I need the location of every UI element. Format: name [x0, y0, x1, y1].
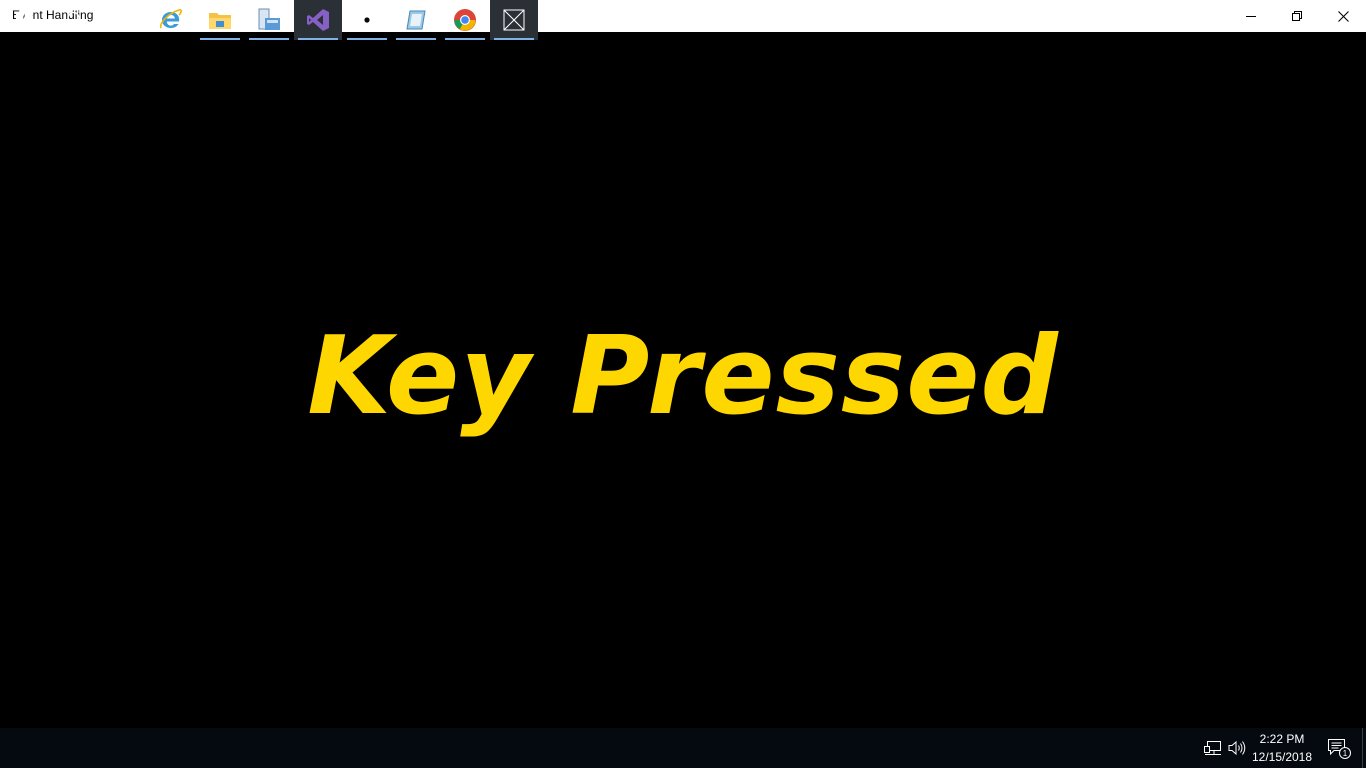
taskbar-internet-explorer[interactable] — [147, 0, 195, 40]
minimize-button[interactable] — [1228, 0, 1274, 32]
file-manager-icon — [258, 8, 280, 30]
search-icon — [63, 11, 80, 29]
taskbar — [0, 728, 1366, 768]
app-content: Key Pressed — [0, 32, 1366, 728]
app-icon — [406, 10, 426, 30]
volume-icon — [1228, 740, 1246, 756]
close-icon — [1337, 10, 1349, 22]
task-view-icon — [109, 12, 131, 28]
start-button[interactable] — [0, 0, 48, 40]
notification-count: 1 — [1343, 749, 1348, 758]
internet-explorer-icon — [159, 9, 183, 29]
action-center-button[interactable]: 1 — [1318, 728, 1358, 768]
key-pressed-message: Key Pressed — [307, 314, 1059, 439]
restore-button[interactable] — [1274, 0, 1320, 32]
folder-icon — [209, 13, 231, 29]
chrome-icon — [454, 9, 476, 31]
show-desktop-button[interactable] — [1362, 728, 1366, 768]
taskbar-app-launcher[interactable] — [392, 0, 440, 40]
clock-date: 12/15/2018 — [1251, 750, 1313, 764]
search-button[interactable] — [48, 0, 96, 40]
restore-icon — [1292, 11, 1302, 21]
app-placeholder-icon — [503, 9, 525, 31]
clock-time: 2:22 PM — [1259, 732, 1305, 746]
taskbar-file-explorer[interactable] — [196, 0, 244, 40]
notification-icon: 1 — [1328, 739, 1351, 759]
taskbar-file-manager[interactable] — [245, 0, 293, 40]
taskbar-event-handling-app[interactable] — [490, 0, 538, 40]
taskbar-settings[interactable] — [343, 0, 391, 40]
volume-tray-button[interactable] — [1226, 728, 1248, 768]
windows-logo-icon — [16, 12, 32, 28]
close-button[interactable] — [1320, 0, 1366, 32]
minimize-icon — [1246, 16, 1256, 17]
taskbar-chrome[interactable] — [441, 0, 489, 40]
taskbar-visual-studio[interactable] — [294, 0, 342, 40]
visual-studio-icon — [307, 9, 329, 31]
network-tray-button[interactable] — [1202, 728, 1224, 768]
network-icon — [1204, 741, 1221, 755]
clock[interactable]: 2:22 PM 12/15/2018 — [1246, 730, 1318, 766]
gear-icon — [357, 10, 377, 30]
task-view-button[interactable] — [96, 0, 144, 40]
